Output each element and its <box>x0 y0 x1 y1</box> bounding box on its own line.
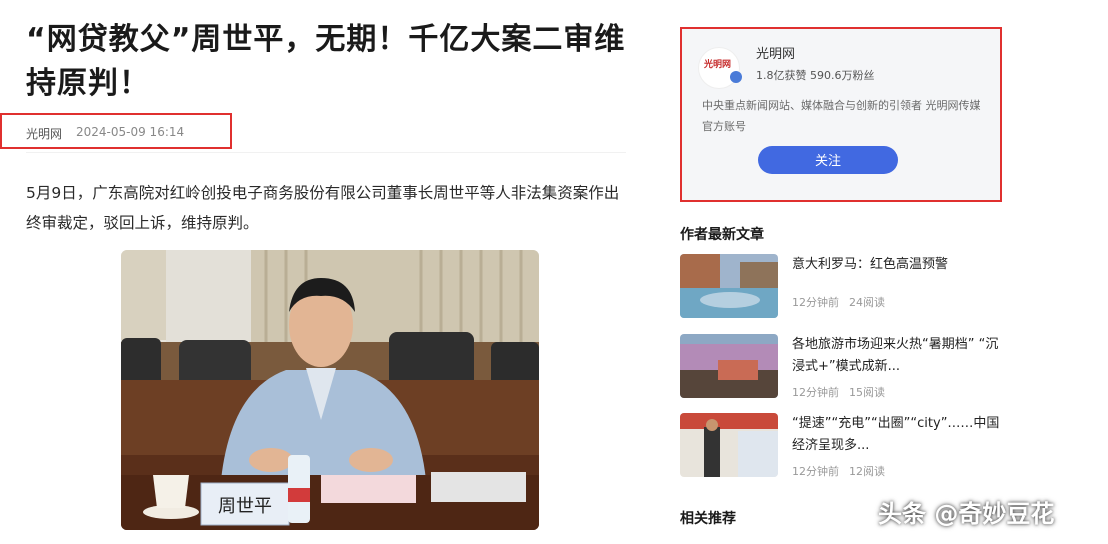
article-thumbnail <box>680 334 778 398</box>
article-time: 12分钟前 <box>792 296 839 309</box>
author-name[interactable]: 光明网 <box>756 43 795 62</box>
sidebar: 光明网 光明网 1.8亿获赞 590.6万粉丝 中央重点新闻网站、媒体融合与创新… <box>660 0 1108 544</box>
article-link-title[interactable]: “提速”“充电”“出圈”“city”……中国经济呈现多... <box>792 413 1007 457</box>
verified-icon <box>730 71 742 83</box>
article-meta: 12分钟前 24阅读 <box>792 294 885 310</box>
article-meta: 12分钟前 15阅读 <box>792 384 885 400</box>
article-reads: 15阅读 <box>849 386 885 399</box>
author-stats: 1.8亿获赞 590.6万粉丝 <box>756 69 875 82</box>
photo-image: 周世平 <box>121 250 539 530</box>
article-column: “网贷教父”周世平，无期！千亿大案二审维持原判！ 光明网 2024-05-09 … <box>0 0 640 544</box>
latest-articles-heading: 作者最新文章 <box>680 227 764 243</box>
article-reads: 24阅读 <box>849 296 885 309</box>
article-time: 12分钟前 <box>792 386 839 399</box>
divider <box>26 152 626 153</box>
watermark: 头条 @奇妙豆花 <box>878 500 1055 528</box>
list-item[interactable]: “提速”“充电”“出圈”“city”……中国经济呈现多... 12分钟前 12阅读 <box>680 413 1010 479</box>
article-link-title[interactable]: 各地旅游市场迎来火热“暑期档” “沉浸式+”模式成新... <box>792 334 1007 378</box>
article-meta-highlight: 光明网 2024-05-09 16:14 <box>0 113 232 149</box>
author-description: 中央重点新闻网站、媒体融合与创新的引领者 光明网传媒官方账号 <box>702 99 981 133</box>
article-time: 2024-05-09 16:14 <box>76 125 185 139</box>
article-reads: 12阅读 <box>849 465 885 478</box>
article-thumbnail <box>680 413 778 477</box>
logo-text: 光明网 <box>704 60 732 70</box>
nameplate-text: 周世平 <box>218 496 272 517</box>
article-thumbnail <box>680 254 778 318</box>
article-body: 5月9日，广东高院对红岭创投电子商务股份有限公司董事长周世平等人非法集资案作出终… <box>26 184 620 232</box>
article-link-title[interactable]: 意大利罗马：红色高温预警 <box>792 254 1007 276</box>
article-photo[interactable]: 周世平 <box>121 250 539 530</box>
follow-button[interactable]: 关注 <box>758 146 898 174</box>
article-source[interactable]: 光明网 <box>26 125 62 142</box>
article-meta: 12分钟前 12阅读 <box>792 463 885 479</box>
list-item[interactable]: 意大利罗马：红色高温预警 12分钟前 24阅读 <box>680 254 1010 318</box>
author-card: 光明网 光明网 1.8亿获赞 590.6万粉丝 中央重点新闻网站、媒体融合与创新… <box>680 27 1002 202</box>
article-time: 12分钟前 <box>792 465 839 478</box>
list-item[interactable]: 各地旅游市场迎来火热“暑期档” “沉浸式+”模式成新... 12分钟前 15阅读 <box>680 334 1010 400</box>
article-title: “网贷教父”周世平，无期！千亿大案二审维持原判！ <box>26 22 626 101</box>
related-heading: 相关推荐 <box>680 511 736 527</box>
